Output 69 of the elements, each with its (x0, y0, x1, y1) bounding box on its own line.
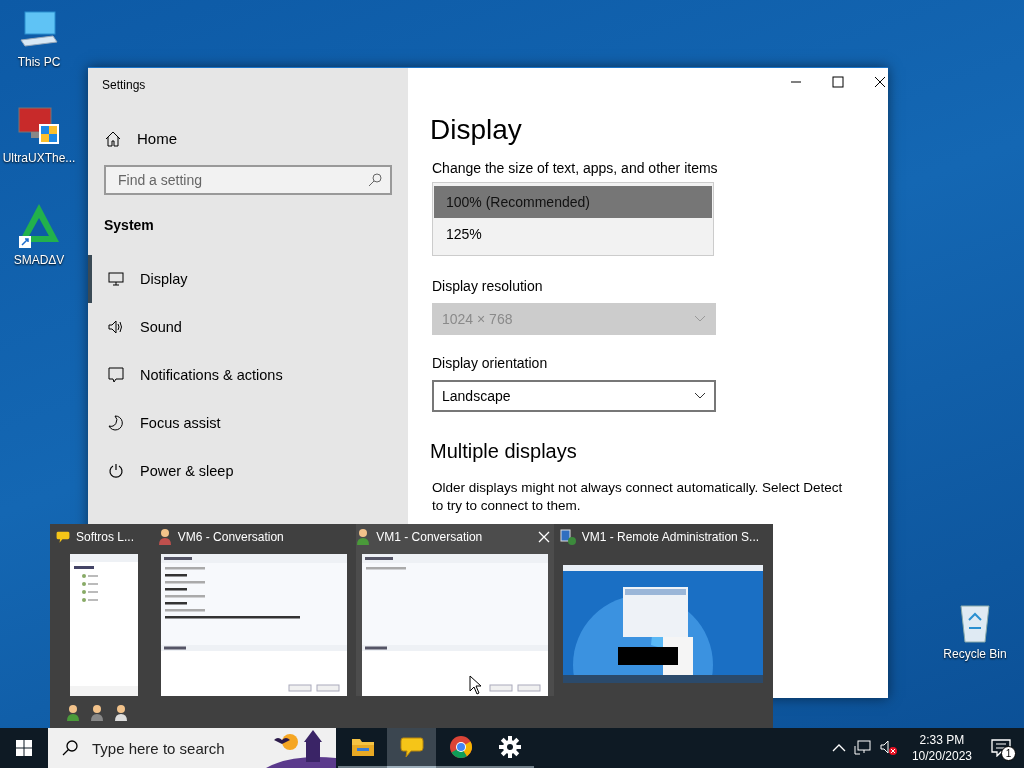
moon-icon (108, 415, 124, 431)
chevron-up-icon[interactable] (831, 743, 846, 753)
user-icon (157, 528, 172, 546)
triangle-logo-icon (17, 202, 61, 250)
window-thumbnail-drawing[interactable] (69, 554, 138, 696)
user-icon (90, 704, 104, 722)
search-icon (62, 740, 78, 756)
maximize-icon[interactable] (832, 76, 844, 88)
dropdown-option[interactable]: 100% (Recommended) (434, 186, 712, 218)
user-icon (114, 704, 128, 722)
power-icon (108, 463, 124, 479)
desktop-icon-label[interactable]: Recycle Bin (943, 647, 1007, 661)
section-heading: System (103, 217, 155, 233)
nav-item[interactable]: Notifications & actions (88, 351, 408, 399)
user-icon (356, 528, 371, 546)
mouse-cursor (469, 675, 481, 695)
chat-bubble-icon (56, 530, 70, 544)
preview-title: Softros L... (76, 530, 135, 544)
notification-icon[interactable] (991, 739, 1011, 757)
windows-logo-icon[interactable] (16, 740, 32, 756)
browser-icon (448, 735, 473, 759)
search-icon (368, 173, 382, 187)
desktop-icon-label[interactable]: UltraUXThe... (2, 151, 76, 165)
setting-label: Display orientation (432, 355, 549, 371)
speaker-icon (108, 320, 124, 334)
page-heading: Display (430, 114, 523, 146)
home-icon (105, 130, 121, 147)
user-icon (66, 704, 80, 722)
folder-icon (350, 737, 375, 757)
preview-title: VM1 - Remote Administration S... (581, 530, 760, 544)
home-link[interactable]: Home (137, 130, 177, 147)
window-thumbnail-drawing[interactable] (361, 554, 548, 696)
network-icon[interactable] (853, 740, 872, 756)
close-icon[interactable] (874, 76, 886, 88)
section-heading: Multiple displays (430, 440, 578, 463)
volume-muted-icon[interactable] (879, 740, 898, 756)
notification-count: 1 (1001, 746, 1016, 761)
taskbar-search-field[interactable]: Type here to search (90, 738, 274, 758)
window-preview[interactable]: VM6 - Conversation (157, 524, 351, 696)
setting-label: Display resolution (432, 278, 544, 294)
chevron-down-icon (694, 315, 706, 323)
nav-item[interactable]: Power & sleep (88, 447, 408, 495)
clock[interactable]: 2:33 PM 10/20/2023 (905, 732, 978, 764)
taskbar-app-button[interactable] (387, 728, 436, 768)
description-text: Older displays might not always connect automatically. Select Detect to try to connect to them. (432, 479, 844, 515)
dropdown[interactable]: Landscape (432, 380, 716, 412)
dropdown-option[interactable]: 125% (434, 218, 712, 250)
chat-bubble-icon (399, 736, 424, 758)
haunted-castle-drawing (266, 728, 336, 768)
preview-title: VM1 - Conversation (376, 530, 483, 544)
window-preview[interactable]: Softros L... (56, 524, 152, 696)
chevron-down-icon (694, 392, 706, 400)
settings-icon (498, 736, 521, 758)
window-preview[interactable]: VM1 - Remote Administration S... (559, 524, 767, 696)
search-field[interactable]: Find a setting (116, 171, 368, 189)
window-title: Settings (101, 77, 147, 92)
nav-item[interactable]: Focus assist (88, 399, 408, 447)
message-bubble-icon (108, 367, 124, 383)
remote-computer-icon (559, 529, 576, 545)
search-box[interactable]: Find a setting (104, 165, 392, 195)
window-preview[interactable]: VM1 - Conversation (356, 524, 554, 696)
window-thumbnail-drawing[interactable] (161, 554, 347, 696)
taskbar-search-box[interactable]: Type here to search (48, 728, 336, 768)
desktop-icon-label[interactable]: This PC (17, 55, 61, 69)
desktop-icon-label[interactable]: SMADΔV (13, 253, 65, 267)
setting-label: Change the size of text, apps, and other items (432, 160, 719, 176)
monitor-icon (108, 272, 124, 286)
nav-item[interactable]: Sound (88, 303, 408, 351)
preview-title: VM6 - Conversation (177, 530, 284, 544)
